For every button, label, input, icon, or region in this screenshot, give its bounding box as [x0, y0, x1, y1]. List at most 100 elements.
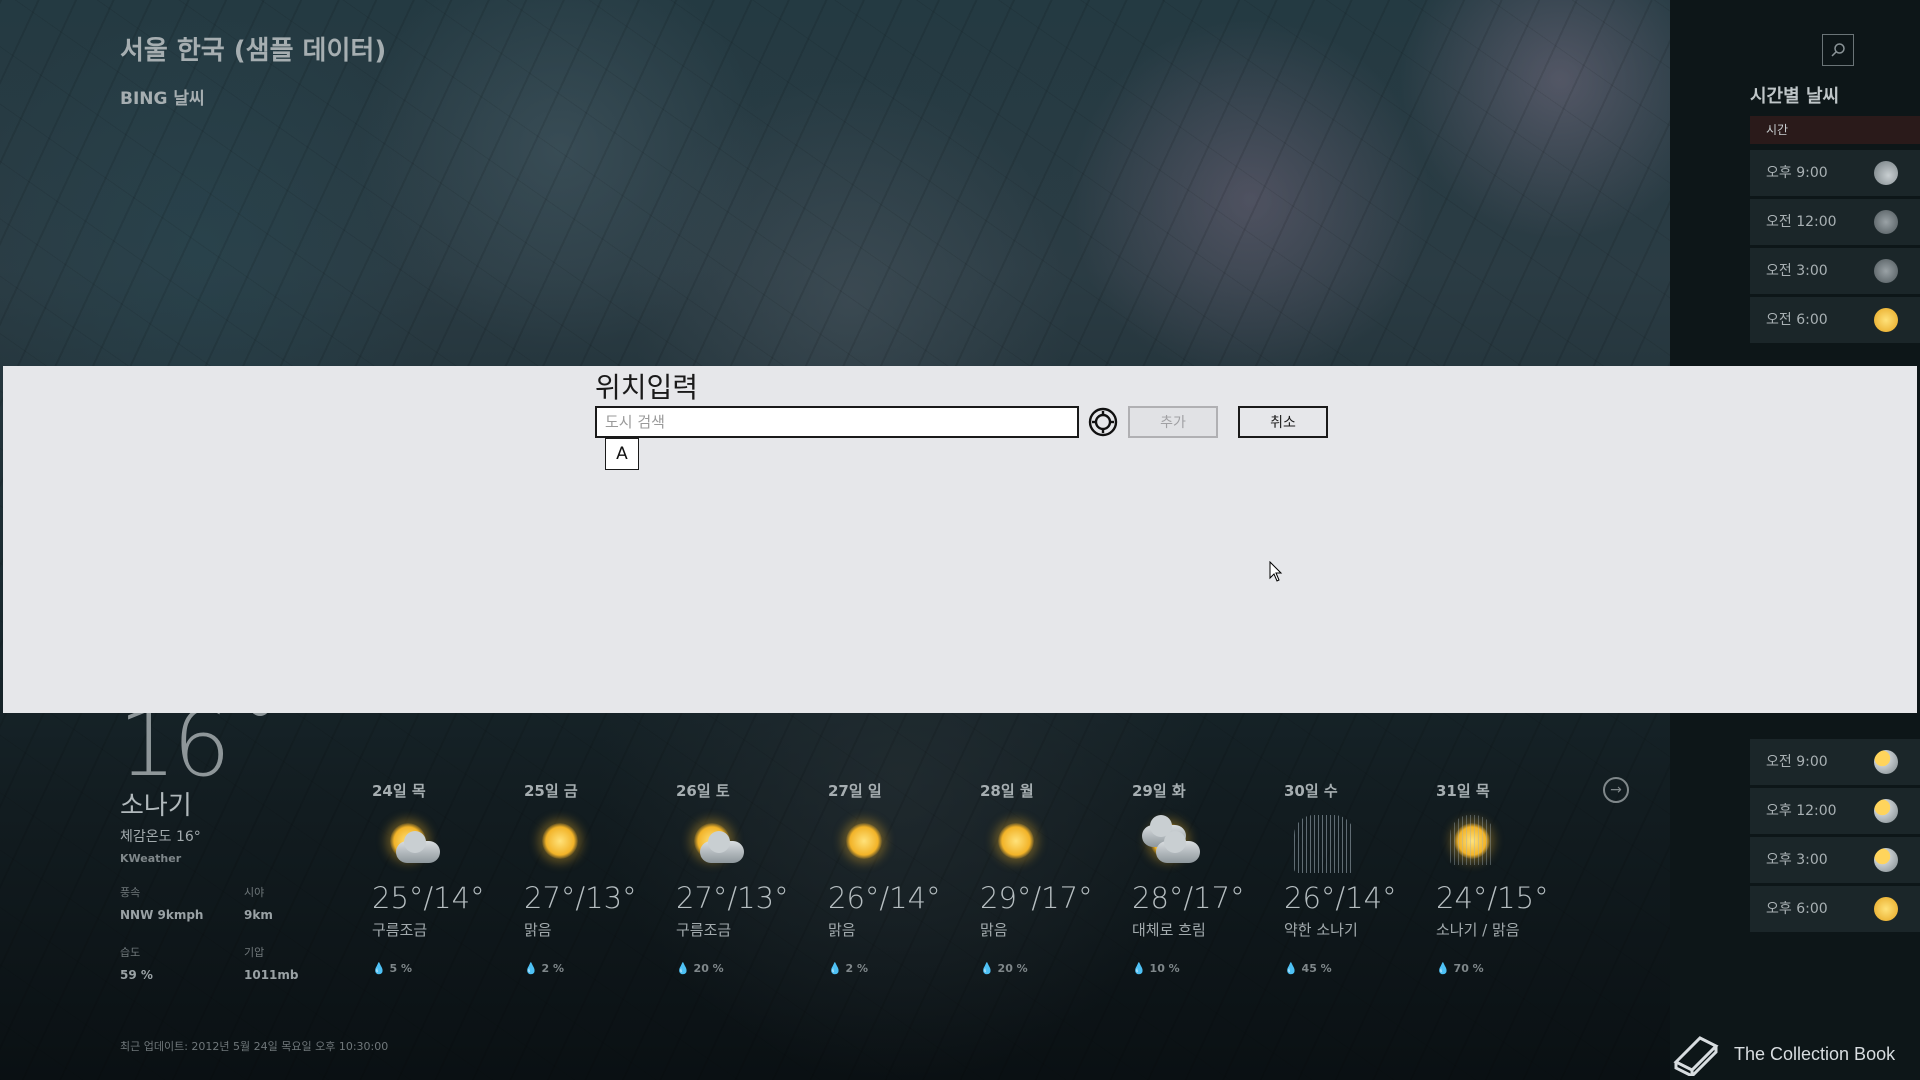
- forecast-date: 24일 목: [372, 782, 426, 800]
- forecast-day[interactable]: 28일 월 29°/17° 맑음 💧 20 %: [980, 780, 1130, 975]
- ime-mode-indicator: A: [605, 438, 639, 470]
- forecast-temp: 26°/14°: [828, 881, 941, 915]
- hourly-row[interactable]: 오후 3:00: [1750, 837, 1920, 883]
- precip-value: 20 %: [997, 962, 1028, 975]
- hourly-time: 오후 9:00: [1766, 165, 1828, 181]
- precip-value: 20 %: [693, 962, 724, 975]
- hourly-time: 오전 3:00: [1766, 263, 1828, 279]
- precip-value: 5 %: [389, 962, 413, 975]
- add-button[interactable]: 추가: [1128, 406, 1218, 438]
- partly-cloudy-icon: [676, 815, 826, 875]
- forecast-temp: 24°/15°: [1436, 881, 1549, 915]
- rain-icon: [1284, 815, 1434, 875]
- watermark: The Collection Book: [1670, 1028, 1920, 1080]
- search-icon: [1831, 43, 1845, 57]
- sun-shower-icon: [1436, 815, 1586, 875]
- hourly-row[interactable]: 오전 12:00: [1750, 199, 1920, 245]
- hourly-row[interactable]: 오후 9:00: [1750, 150, 1920, 196]
- current-location-button[interactable]: [1087, 406, 1119, 438]
- app-name: BING 날씨: [120, 89, 205, 109]
- forecast-temp: 27°/13°: [676, 881, 789, 915]
- crosshair-icon: [1088, 407, 1118, 437]
- sun-icon: [980, 815, 1130, 875]
- forecast-day[interactable]: 29일 화 28°/17° 대체로 흐림 💧 10 %: [1132, 780, 1282, 975]
- forecast-temp: 28°/17°: [1132, 881, 1245, 915]
- last-updated: 최근 업데이트: 2012년 5월 24일 목요일 오후 10:30:00: [120, 1040, 389, 1053]
- data-provider[interactable]: KWeather: [120, 852, 181, 865]
- forecast-precip: 💧 20 %: [676, 962, 826, 975]
- hourly-column-header: 시간: [1750, 116, 1920, 144]
- pressure-label: 기압: [244, 946, 265, 959]
- forecast-condition: 맑음: [828, 921, 856, 939]
- hourly-row[interactable]: 오전 6:00: [1750, 297, 1920, 343]
- city-search-input[interactable]: [595, 406, 1079, 438]
- hourly-row[interactable]: 오전 3:00: [1750, 248, 1920, 294]
- forecast-condition: 대체로 흐림: [1132, 921, 1206, 939]
- forecast-day[interactable]: 24일 목 25°/14° 구름조금 💧 5 %: [372, 780, 522, 975]
- hourly-time: 오후 3:00: [1766, 852, 1828, 868]
- precip-value: 2 %: [541, 962, 565, 975]
- hourly-time: 오전 12:00: [1766, 214, 1837, 230]
- visibility-value: 9km: [244, 908, 273, 922]
- wind-label: 풍속: [120, 886, 141, 899]
- forecast-precip: 💧 70 %: [1436, 962, 1586, 975]
- current-condition: 소나기: [120, 791, 192, 821]
- book-icon: [1673, 1036, 1719, 1076]
- forecast-temp: 26°/14°: [1284, 881, 1397, 915]
- search-button[interactable]: [1822, 34, 1854, 66]
- forecast-day[interactable]: 25일 금 27°/13° 맑음 💧 2 %: [524, 780, 674, 975]
- arrow-right-icon: →: [1610, 782, 1622, 798]
- forecast-condition: 구름조금: [372, 921, 428, 939]
- forecast-condition: 맑음: [980, 921, 1008, 939]
- forecast-temp: 29°/17°: [980, 881, 1093, 915]
- hourly-time: 오후 6:00: [1766, 901, 1828, 917]
- raindrop-icon: 💧: [828, 962, 842, 975]
- cloud-night-icon: [1874, 161, 1898, 185]
- partly-cloudy-icon: [372, 815, 522, 875]
- sun-icon: [524, 815, 674, 875]
- partly-cloudy-icon: [1874, 750, 1898, 774]
- partly-cloudy-icon: [1874, 848, 1898, 872]
- humidity-value: 59 %: [120, 968, 153, 982]
- raindrop-icon: 💧: [1132, 962, 1146, 975]
- raindrop-icon: 💧: [676, 962, 690, 975]
- forecast-condition: 소나기 / 맑음: [1436, 921, 1520, 939]
- moon-icon: [1874, 210, 1898, 234]
- sun-icon: [1874, 308, 1898, 332]
- visibility-label: 시야: [244, 886, 265, 899]
- hourly-row[interactable]: 오후 6:00: [1750, 886, 1920, 932]
- forecast-day[interactable]: 27일 일 26°/14° 맑음 💧 2 %: [828, 780, 978, 975]
- forecast-day[interactable]: 31일 목 24°/15° 소나기 / 맑음 💧 70 %: [1436, 780, 1586, 975]
- forecast-condition: 구름조금: [676, 921, 732, 939]
- wind-value: NNW 9kmph: [120, 908, 204, 922]
- hourly-title: 시간별 날씨: [1750, 86, 1840, 107]
- feels-like: 체감온도 16°: [120, 829, 201, 845]
- forecast-condition: 맑음: [524, 921, 552, 939]
- forecast-date: 25일 금: [524, 782, 578, 800]
- location-dialog: 위치입력 추가 취소 A: [3, 366, 1917, 713]
- next-arrow-button[interactable]: →: [1603, 777, 1629, 803]
- hourly-row[interactable]: 오전 9:00: [1750, 739, 1920, 785]
- mostly-cloudy-icon: [1132, 815, 1282, 875]
- precip-value: 45 %: [1301, 962, 1332, 975]
- forecast-temp: 25°/14°: [372, 881, 485, 915]
- cancel-button[interactable]: 취소: [1238, 406, 1328, 438]
- watermark-text: The Collection Book: [1734, 1043, 1896, 1064]
- hourly-row[interactable]: 오후 12:00: [1750, 788, 1920, 834]
- dialog-title: 위치입력: [595, 371, 699, 404]
- mouse-cursor-icon: [1269, 561, 1283, 582]
- forecast-condition: 약한 소나기: [1284, 921, 1358, 939]
- sun-icon: [1874, 897, 1898, 921]
- humidity-label: 습도: [120, 946, 141, 959]
- partly-cloudy-icon: [1874, 799, 1898, 823]
- forecast-date: 29일 화: [1132, 782, 1186, 800]
- forecast-day[interactable]: 30일 수 26°/14° 약한 소나기 💧 45 %: [1284, 780, 1434, 975]
- forecast-day[interactable]: 26일 토 27°/13° 구름조금 💧 20 %: [676, 780, 826, 975]
- forecast-date: 30일 수: [1284, 782, 1338, 800]
- location-title[interactable]: 서울 한국 (샘플 데이터): [120, 30, 386, 67]
- forecast-temp: 27°/13°: [524, 881, 637, 915]
- forecast-precip: 💧 10 %: [1132, 962, 1282, 975]
- forecast-precip: 💧 20 %: [980, 962, 1130, 975]
- forecast-date: 27일 일: [828, 782, 882, 800]
- forecast-date: 31일 목: [1436, 782, 1490, 800]
